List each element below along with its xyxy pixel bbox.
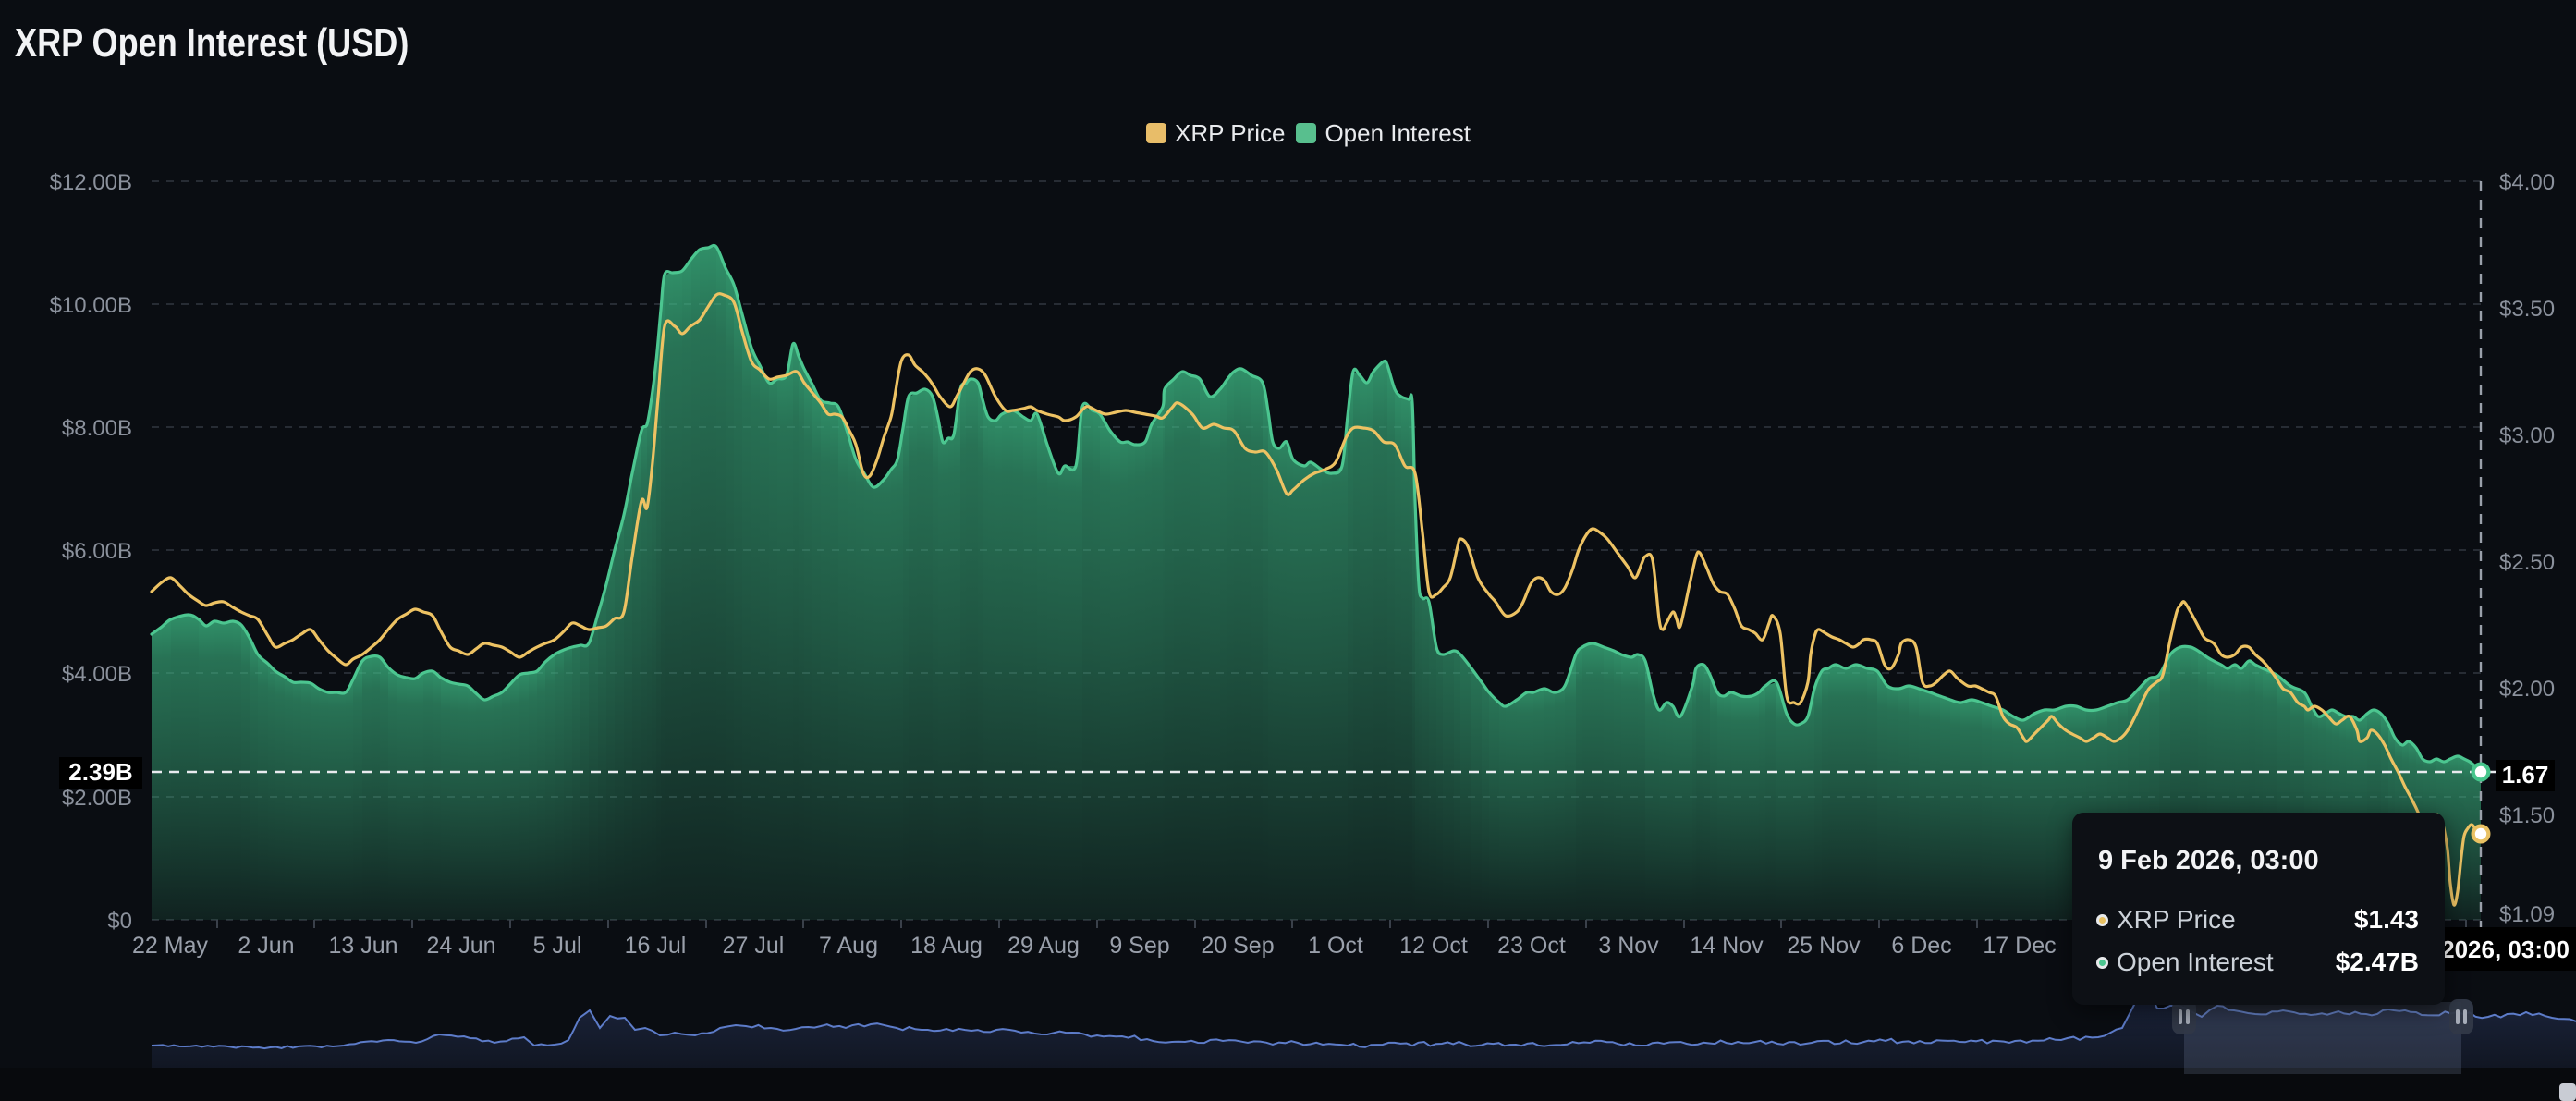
- svg-text:$12.00B: $12.00B: [50, 170, 132, 195]
- svg-text:20 Sep: 20 Sep: [1201, 933, 1274, 959]
- svg-text:17 Dec: 17 Dec: [1983, 933, 2056, 959]
- svg-text:2.39B: 2.39B: [68, 758, 132, 786]
- svg-text:9 Sep: 9 Sep: [1109, 933, 1169, 959]
- svg-text:$4.00: $4.00: [2499, 170, 2555, 195]
- svg-text:$2.50: $2.50: [2499, 550, 2555, 575]
- svg-text:5 Jul: 5 Jul: [533, 933, 582, 959]
- svg-text:7 Aug: 7 Aug: [819, 933, 878, 959]
- svg-text:18 Aug: 18 Aug: [910, 933, 983, 959]
- svg-text:12 Oct: 12 Oct: [1399, 933, 1468, 959]
- svg-text:1.67: 1.67: [2502, 761, 2549, 789]
- svg-text:6 Dec: 6 Dec: [1891, 933, 1951, 959]
- svg-text:23 Oct: 23 Oct: [1497, 933, 1566, 959]
- svg-text:$8.00B: $8.00B: [62, 416, 132, 441]
- svg-text:$1.09: $1.09: [2499, 902, 2555, 927]
- svg-text:$2.00B: $2.00B: [62, 786, 132, 811]
- svg-text:3 Nov: 3 Nov: [1598, 933, 1659, 959]
- svg-text:24 Jun: 24 Jun: [426, 933, 495, 959]
- svg-text:29 Aug: 29 Aug: [1007, 933, 1080, 959]
- svg-text:1 Oct: 1 Oct: [1308, 933, 1363, 959]
- svg-text:27 Jul: 27 Jul: [723, 933, 785, 959]
- svg-text:$0: $0: [107, 909, 132, 934]
- svg-text:$6.00B: $6.00B: [62, 539, 132, 564]
- svg-text:$2.00: $2.00: [2499, 677, 2555, 702]
- svg-text:22 May: 22 May: [132, 933, 208, 959]
- svg-text:16 Jul: 16 Jul: [625, 933, 687, 959]
- svg-text:14 Nov: 14 Nov: [1690, 933, 1764, 959]
- svg-text:13 Jun: 13 Jun: [328, 933, 397, 959]
- svg-text:2 Jun: 2 Jun: [238, 933, 294, 959]
- svg-text:$3.00: $3.00: [2499, 423, 2555, 448]
- svg-text:25 Nov: 25 Nov: [1787, 933, 1861, 959]
- svg-text:$4.00B: $4.00B: [62, 662, 132, 687]
- svg-text:$3.50: $3.50: [2499, 297, 2555, 322]
- svg-text:$1.50: $1.50: [2499, 803, 2555, 828]
- svg-text:$10.00B: $10.00B: [50, 293, 132, 318]
